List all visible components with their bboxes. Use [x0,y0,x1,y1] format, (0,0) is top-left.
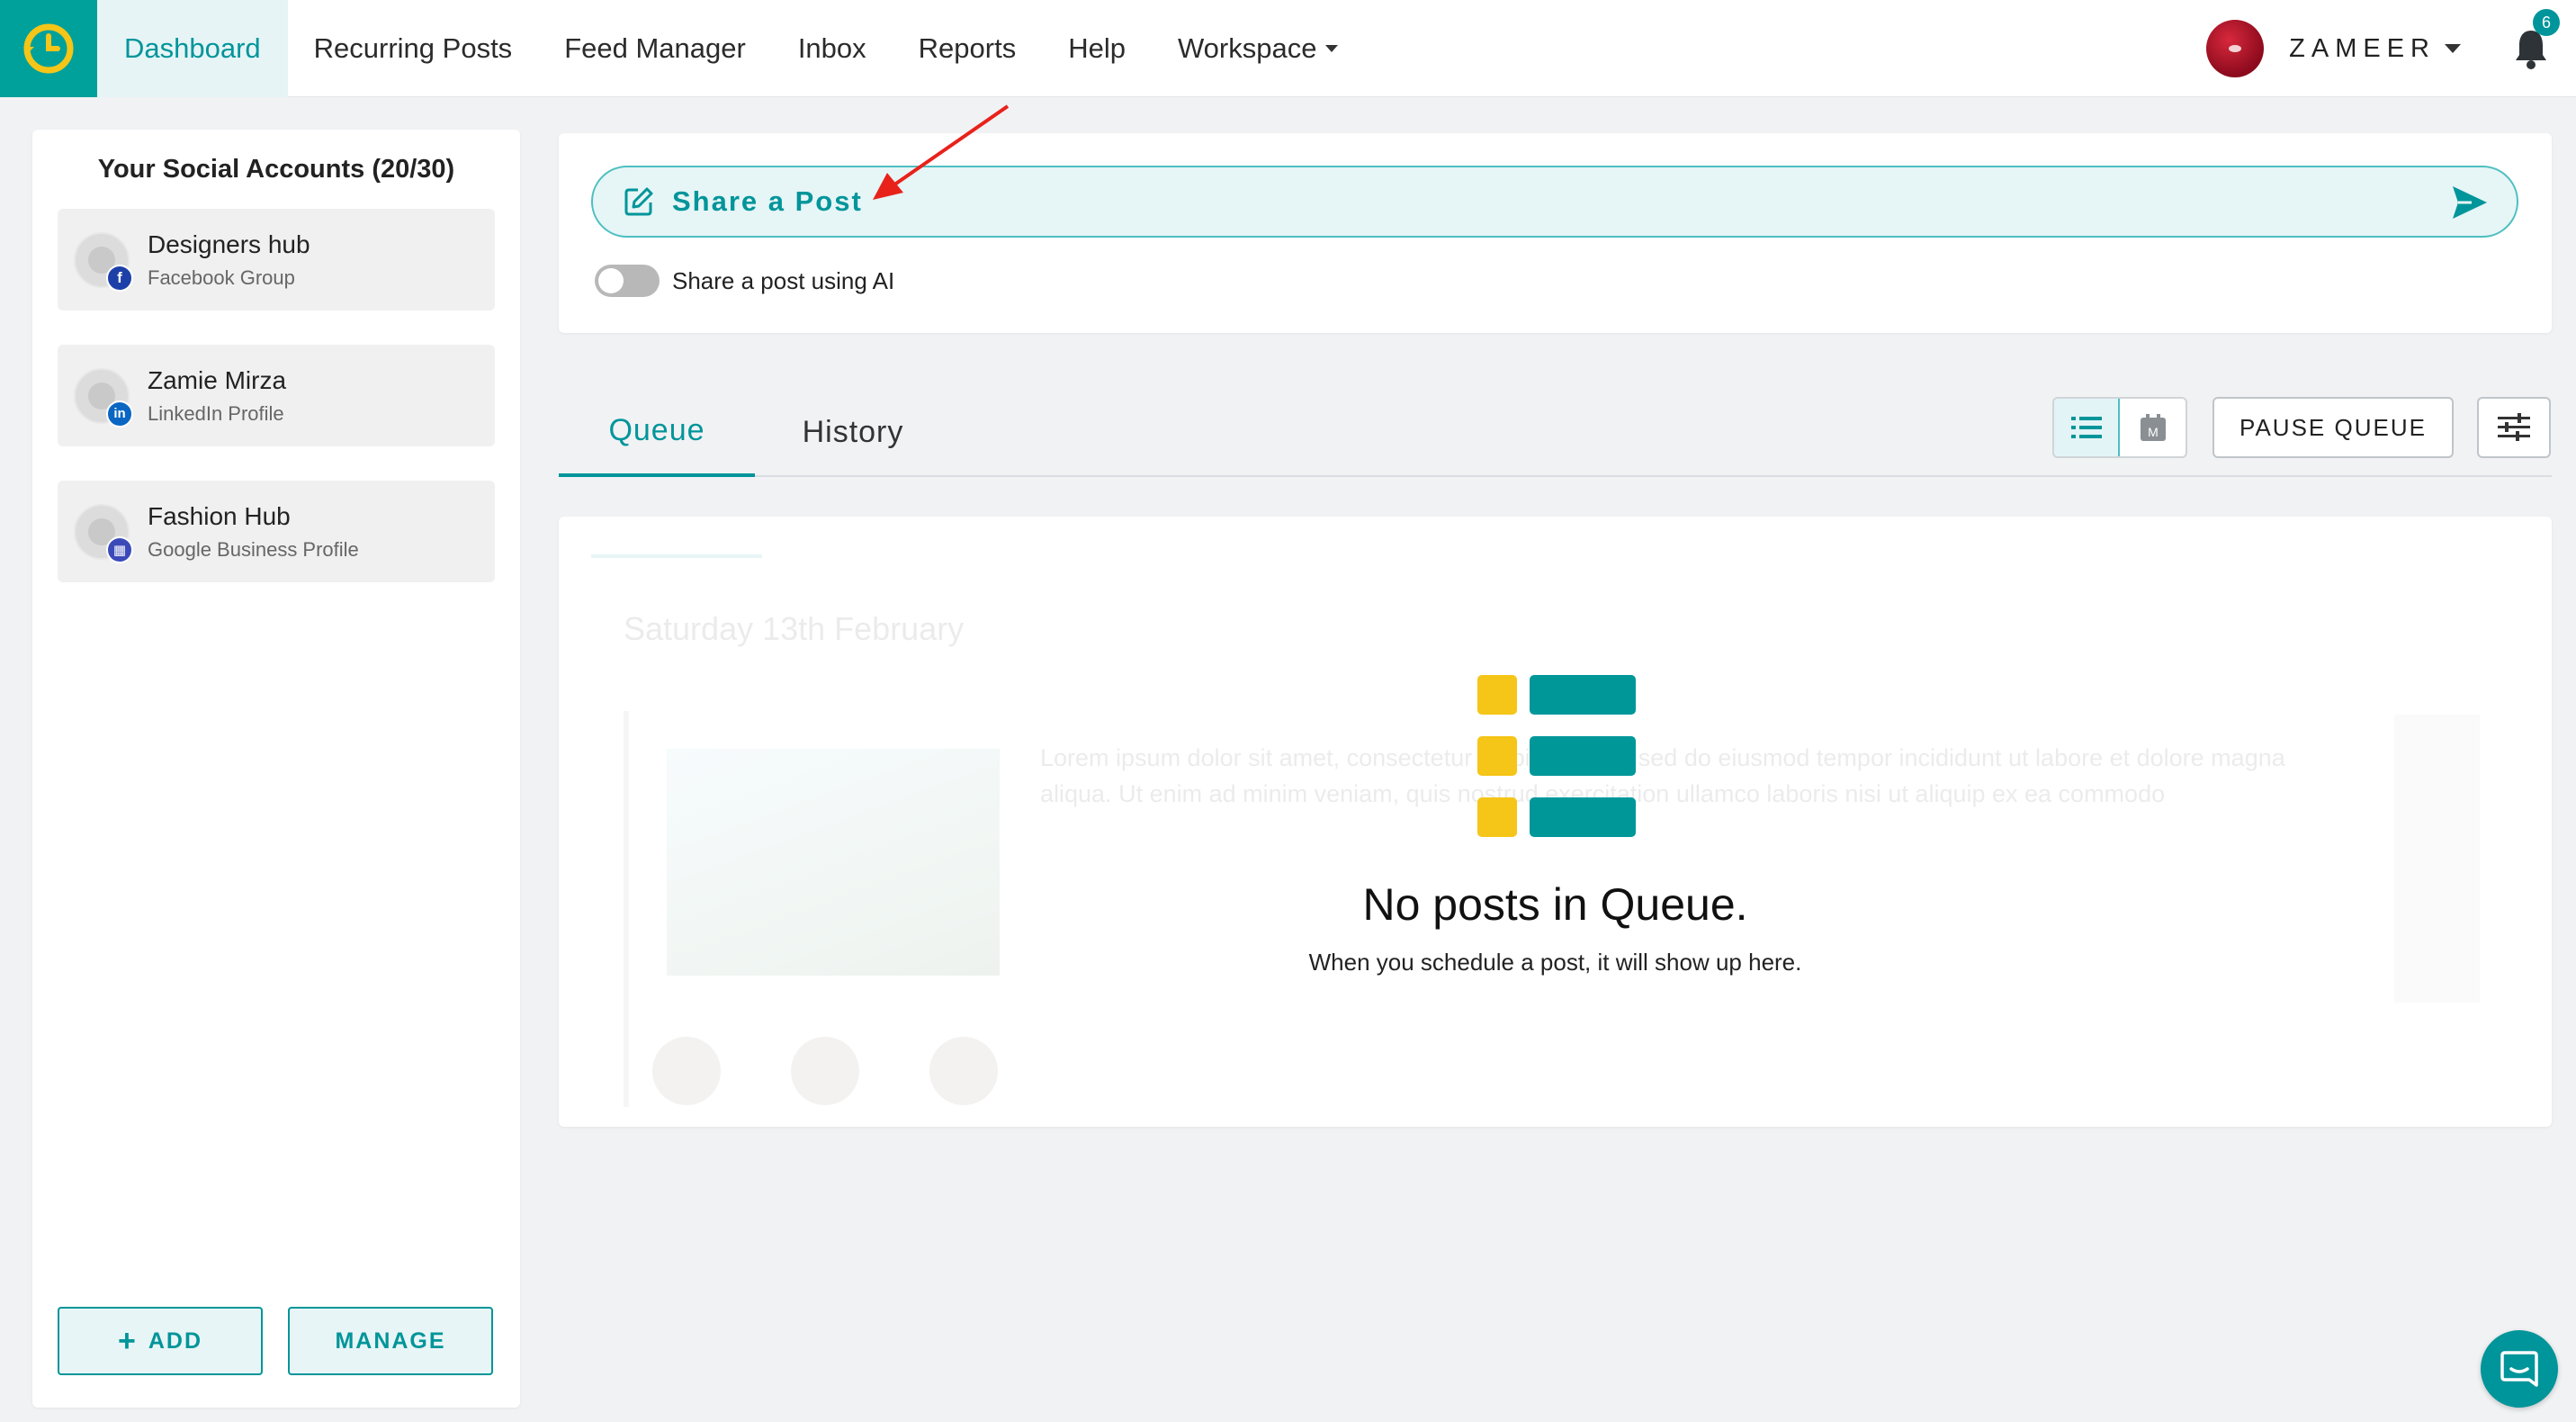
sliders-icon [2498,413,2530,441]
account-avatar: in [74,367,133,428]
nav-help[interactable]: Help [1042,0,1152,97]
ai-share-label: Share a post using AI [672,266,895,294]
facebook-icon: f [106,264,133,292]
account-name: Zamie Mirza [148,365,287,394]
nav-feed-manager[interactable]: Feed Manager [538,0,772,97]
account-type: Facebook Group [148,266,295,289]
empty-queue-icon [1476,675,1636,837]
google-business-icon: ▦ [106,536,133,563]
placeholder-avatar [791,1037,859,1105]
annotation-arrow-icon [873,104,1010,200]
list-icon [2070,417,2102,438]
calendar-view-button[interactable]: M [2120,399,2186,456]
view-mode-toggle: M [2052,397,2187,458]
add-account-button[interactable]: + ADD [58,1307,263,1375]
linkedin-icon: in [106,400,133,428]
ai-share-toggle[interactable] [595,265,660,297]
nav-reports[interactable]: Reports [893,0,1043,97]
sidebar-title: Your Social Accounts (20/30) [97,155,455,184]
user-name[interactable]: ZAMEER [2289,34,2436,64]
account-card-fashion-hub[interactable]: ▦ Fashion Hub Google Business Profile [58,481,495,582]
account-name: Fashion Hub [148,501,291,530]
account-name: Designers hub [148,230,310,258]
chat-support-button[interactable] [2481,1330,2558,1408]
nav-dashboard[interactable]: Dashboard [97,0,288,97]
tab-history[interactable]: History [755,387,951,477]
share-post-card: Share a Post Share a post using AI [559,133,2552,333]
main-nav: Dashboard Recurring Posts Feed Manager I… [97,0,1364,97]
empty-queue-title: No posts in Queue. [1362,879,1748,930]
send-icon[interactable] [2450,184,2490,221]
chat-icon [2500,1351,2538,1387]
user-avatar[interactable] [2206,20,2265,77]
account-avatar: f [74,231,133,292]
notification-count-badge: 6 [2533,9,2560,36]
calendar-glyph: M [2148,425,2159,439]
nav-inbox[interactable]: Inbox [772,0,893,97]
filter-settings-button[interactable] [2477,397,2551,458]
user-area: ZAMEER 6 [2206,0,2576,97]
top-navigation-bar: Dashboard Recurring Posts Feed Manager I… [0,0,2576,97]
account-card-designers-hub[interactable]: f Designers hub Facebook Group [58,209,495,310]
chevron-down-icon [1325,44,1339,52]
nav-recurring-posts[interactable]: Recurring Posts [288,0,539,97]
account-type: Google Business Profile [148,537,359,561]
manage-accounts-button[interactable]: MANAGE [288,1307,493,1375]
user-menu-caret-icon[interactable] [2445,44,2461,53]
placeholder-avatar [929,1037,998,1105]
account-type: LinkedIn Profile [148,401,284,425]
placeholder-avatar [652,1037,721,1105]
nav-workspace-dropdown[interactable]: Workspace [1152,0,1365,97]
calendar-icon: M [2140,414,2166,441]
plus-icon: + [117,1324,138,1358]
placeholder-tab-line [591,554,762,558]
edit-icon [624,187,653,216]
empty-queue-state: No posts in Queue. When you schedule a p… [559,675,2552,976]
clock-logo-icon [23,23,74,73]
accounts-list: f Designers hub Facebook Group in Zamie … [58,209,495,616]
app-logo[interactable] [0,0,97,97]
pause-queue-button[interactable]: PAUSE QUEUE [2212,397,2454,458]
account-card-zamie-mirza[interactable]: in Zamie Mirza LinkedIn Profile [58,345,495,446]
add-label: ADD [148,1328,203,1354]
placeholder-date: Saturday 13th February [624,610,965,647]
list-view-button[interactable] [2054,399,2121,456]
account-avatar: ▦ [74,503,133,563]
queue-panel: Saturday 13th February Lorem ipsum dolor… [559,517,2552,1127]
empty-queue-subtitle: When you schedule a post, it will show u… [1308,949,1802,976]
share-post-label: Share a Post [672,185,863,217]
nav-workspace-label: Workspace [1177,32,1317,64]
notifications-button[interactable]: 6 [2513,9,2560,70]
social-accounts-sidebar: Your Social Accounts (20/30) f Designers… [32,130,520,1408]
tab-queue[interactable]: Queue [559,387,755,477]
ai-share-row: Share a post using AI [595,265,894,297]
